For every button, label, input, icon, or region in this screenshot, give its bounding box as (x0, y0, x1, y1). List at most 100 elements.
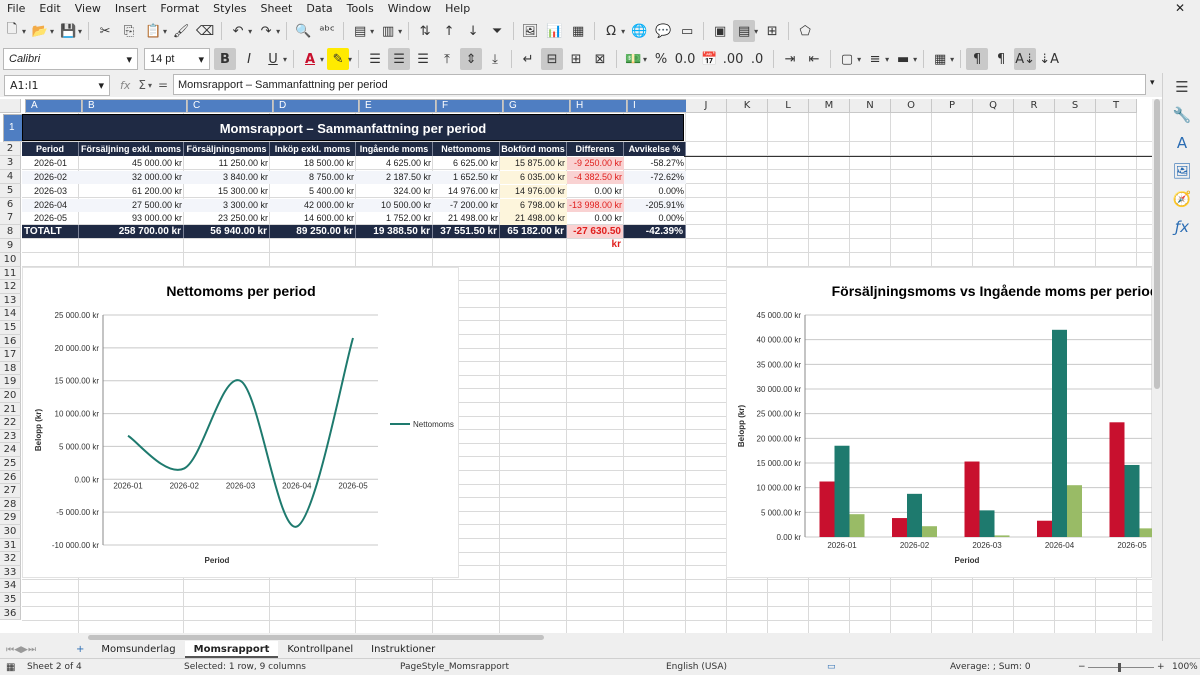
row-header-29[interactable]: 29 (0, 511, 21, 525)
ltr-paragraph-icon[interactable]: ¶ (966, 48, 989, 70)
row-header-33[interactable]: 33 (0, 565, 21, 580)
sort-ascending-icon[interactable]: ↑ (438, 20, 460, 42)
zoom-out-icon[interactable]: − (1078, 662, 1086, 672)
redo-icon[interactable]: ↷ (255, 20, 277, 42)
row-icon[interactable]: ▤ (349, 20, 371, 42)
define-print-area-icon[interactable]: ▣ (709, 20, 731, 42)
table-cell[interactable]: 42 000.00 kr (270, 199, 356, 212)
sum-icon[interactable]: Σ (138, 78, 146, 92)
table-cell[interactable]: 2026-02 (22, 171, 79, 184)
table-cell[interactable]: -13 998.00 kr (567, 199, 624, 212)
table-cell[interactable]: 14 976.00 kr (500, 185, 567, 198)
table-cell[interactable]: 2 187.50 kr (356, 171, 433, 184)
header-footer-icon[interactable]: ▭ (676, 20, 698, 42)
table-cell[interactable]: 0.00 kr (567, 212, 624, 225)
row-header-21[interactable]: 21 (0, 402, 21, 417)
column-header-f[interactable]: F (436, 99, 503, 113)
table-cell[interactable]: 23 250.00 kr (184, 212, 270, 225)
autofilter-icon[interactable]: ⏷ (486, 20, 508, 42)
table-cell[interactable]: 2026-04 (22, 199, 79, 212)
spreadsheet-grid[interactable]: A B C D E F G H I J K L M N O P Q R S T 1 2 3 4 5 6 7 8 9 10 11 12 13 14 1… (0, 99, 1152, 633)
table-cell[interactable]: 14 976.00 kr (433, 185, 500, 198)
functions-icon[interactable]: ƒx (1163, 213, 1200, 241)
selection-mode-icon[interactable]: ▭ (827, 662, 836, 672)
row-header-31[interactable]: 31 (0, 538, 21, 553)
row-header-12[interactable]: 12 (0, 280, 21, 294)
column-header-d[interactable]: D (273, 99, 359, 113)
total-cell[interactable]: 37 551.50 kr (433, 225, 500, 238)
row-header-14[interactable]: 14 (0, 307, 21, 321)
total-cell[interactable]: 258 700.00 kr (79, 225, 184, 238)
sort-icon[interactable]: ⇅ (414, 20, 436, 42)
table-cell[interactable]: 0.00% (624, 185, 686, 198)
row-header-16[interactable]: 16 (0, 334, 21, 349)
number-format-icon[interactable]: 0.0 (674, 48, 696, 70)
row-header-22[interactable]: 22 (0, 416, 21, 430)
font-size-select[interactable]: 14 pt ▾ (144, 48, 210, 70)
styles-icon[interactable]: A (1163, 129, 1200, 157)
menu-item-tools[interactable]: Tools (340, 2, 381, 15)
currency-format-icon[interactable]: 💵 (622, 48, 644, 70)
total-cell[interactable]: 89 250.00 kr (270, 225, 356, 238)
total-cell[interactable]: 19 388.50 kr (356, 225, 433, 238)
row-header-10[interactable]: 10 (0, 253, 21, 267)
conditional-dropdown-icon[interactable]: ▾ (950, 55, 954, 64)
merge-cells-icon[interactable]: ⊞ (565, 48, 587, 70)
table-cell[interactable]: 6 625.00 kr (433, 157, 500, 170)
table-cell[interactable]: 2026-05 (22, 212, 79, 225)
undo-dropdown-icon[interactable]: ▾ (248, 27, 252, 36)
border-color-dropdown-icon[interactable]: ▾ (913, 55, 917, 64)
table-cell[interactable]: 3 300.00 kr (184, 199, 270, 212)
menu-item-insert[interactable]: Insert (108, 2, 154, 15)
sum-dropdown-icon[interactable]: ▾ (148, 81, 152, 90)
new-dropdown-icon[interactable]: ▾ (22, 27, 26, 36)
tab-momsunderlag[interactable]: Momsunderlag (92, 641, 184, 658)
total-cell[interactable]: 56 940.00 kr (184, 225, 270, 238)
total-cell[interactable]: TOTALT (22, 225, 79, 238)
row-header-20[interactable]: 20 (0, 389, 21, 403)
zoom-in-icon[interactable]: + (1157, 662, 1165, 672)
net-vat-chart[interactable]: Nettomoms per period 25 000.00 kr 20 000.0… (22, 267, 459, 578)
underline-icon[interactable]: U (262, 48, 284, 70)
row-header-11[interactable]: 11 (0, 266, 21, 281)
table-cell[interactable]: 2026-01 (22, 157, 79, 170)
row-header-25[interactable]: 25 (0, 457, 21, 471)
table-cell[interactable]: 61 200.00 kr (79, 185, 184, 198)
table-cell[interactable]: -4 382.50 kr (567, 171, 624, 184)
pivot-table-icon[interactable]: ▦ (567, 20, 589, 42)
redo-dropdown-icon[interactable]: ▾ (276, 27, 280, 36)
decrease-indent-icon[interactable]: ⇤ (803, 48, 825, 70)
vertical-scrollbar[interactable] (1152, 99, 1162, 633)
font-color-dropdown-icon[interactable]: ▾ (320, 55, 324, 64)
date-format-icon[interactable]: 📅 (698, 48, 720, 70)
currency-dropdown-icon[interactable]: ▾ (643, 55, 647, 64)
conditional-format-icon[interactable]: ▦ (929, 48, 951, 70)
column-header-l[interactable]: L (768, 99, 809, 113)
comment-icon[interactable]: 💬 (652, 20, 674, 42)
row-header-17[interactable]: 17 (0, 348, 21, 362)
expand-formula-icon[interactable]: ▾ (1150, 78, 1155, 88)
row-header-13[interactable]: 13 (0, 293, 21, 308)
align-left-icon[interactable]: ☰ (364, 48, 386, 70)
split-window-icon[interactable]: ⊞ (761, 20, 783, 42)
column-header-o[interactable]: O (891, 99, 932, 113)
column-header-q[interactable]: Q (973, 99, 1014, 113)
table-cell[interactable]: 21 498.00 kr (500, 212, 567, 225)
menu-item-data[interactable]: Data (299, 2, 339, 15)
text-direction-ltr-icon[interactable]: A⇣ (1014, 48, 1037, 70)
vat-comparison-chart[interactable]: Försäljningsmoms vs Ingående moms per pe… (726, 267, 1152, 578)
column-header-g[interactable]: G (503, 99, 570, 113)
menu-item-window[interactable]: Window (381, 2, 438, 15)
align-center-icon[interactable]: ☰ (388, 48, 411, 70)
total-cell[interactable]: -42.39% (624, 225, 686, 238)
row-header-3[interactable]: 3 (0, 156, 21, 170)
menu-item-view[interactable]: View (68, 2, 108, 15)
font-color-icon[interactable]: A (299, 48, 321, 70)
function-wizard-icon[interactable]: fx (120, 79, 130, 92)
table-cell[interactable]: -205.91% (624, 199, 686, 212)
navigator-icon[interactable]: 🧭 (1163, 185, 1200, 213)
merge-center-icon[interactable]: ⊟ (541, 48, 564, 70)
report-title[interactable]: Momsrapport – Sammanfattning per period (22, 114, 684, 141)
column-header-e[interactable]: E (359, 99, 436, 113)
row-header-6[interactable]: 6 (0, 198, 21, 212)
